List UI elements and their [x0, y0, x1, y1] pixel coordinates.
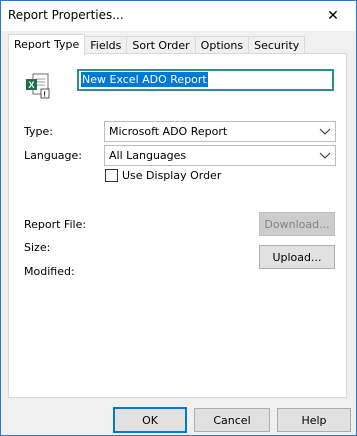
type-dropdown[interactable]: Microsoft ADO Report: [104, 121, 336, 142]
svg-text:X: X: [29, 80, 35, 90]
report-name-input[interactable]: New Excel ADO Report: [77, 69, 334, 91]
close-button[interactable]: ✕: [310, 1, 356, 31]
language-value: All Languages: [109, 149, 187, 162]
modified-label: Modified:: [24, 265, 75, 278]
size-label: Size:: [24, 241, 51, 254]
chevron-down-icon: [319, 128, 331, 135]
upload-button[interactable]: Upload...: [259, 245, 335, 269]
use-display-order-row[interactable]: Use Display Order: [105, 169, 221, 182]
use-display-order-checkbox[interactable]: [105, 169, 118, 182]
language-dropdown[interactable]: All Languages: [104, 145, 336, 166]
close-icon: ✕: [327, 8, 339, 24]
dialog-body: Report Type Fields Sort Order Options Se…: [1, 31, 356, 435]
report-name-value: New Excel ADO Report: [81, 72, 208, 87]
tab-report-type[interactable]: Report Type: [8, 34, 86, 55]
ok-button[interactable]: OK: [113, 407, 187, 433]
type-label: Type:: [24, 125, 53, 138]
tab-strip: Report Type Fields Sort Order Options Se…: [8, 34, 306, 55]
language-label: Language:: [24, 149, 82, 162]
download-button[interactable]: Download...: [259, 212, 335, 236]
excel-report-icon: X !: [26, 73, 50, 99]
cancel-button[interactable]: Cancel: [194, 408, 270, 432]
report-type-panel: X ! New Excel ADO Report Type: Microsoft…: [8, 53, 347, 398]
window-title: Report Properties...: [8, 8, 124, 22]
svg-text:!: !: [44, 92, 46, 99]
report-file-label: Report File:: [24, 218, 87, 231]
chevron-down-icon: [319, 152, 331, 159]
report-properties-dialog: Report Properties... ✕ Report Type Field…: [0, 0, 357, 436]
type-value: Microsoft ADO Report: [109, 125, 228, 138]
help-button[interactable]: Help: [277, 408, 351, 432]
use-display-order-label: Use Display Order: [122, 169, 222, 182]
title-bar: Report Properties... ✕: [1, 1, 356, 31]
